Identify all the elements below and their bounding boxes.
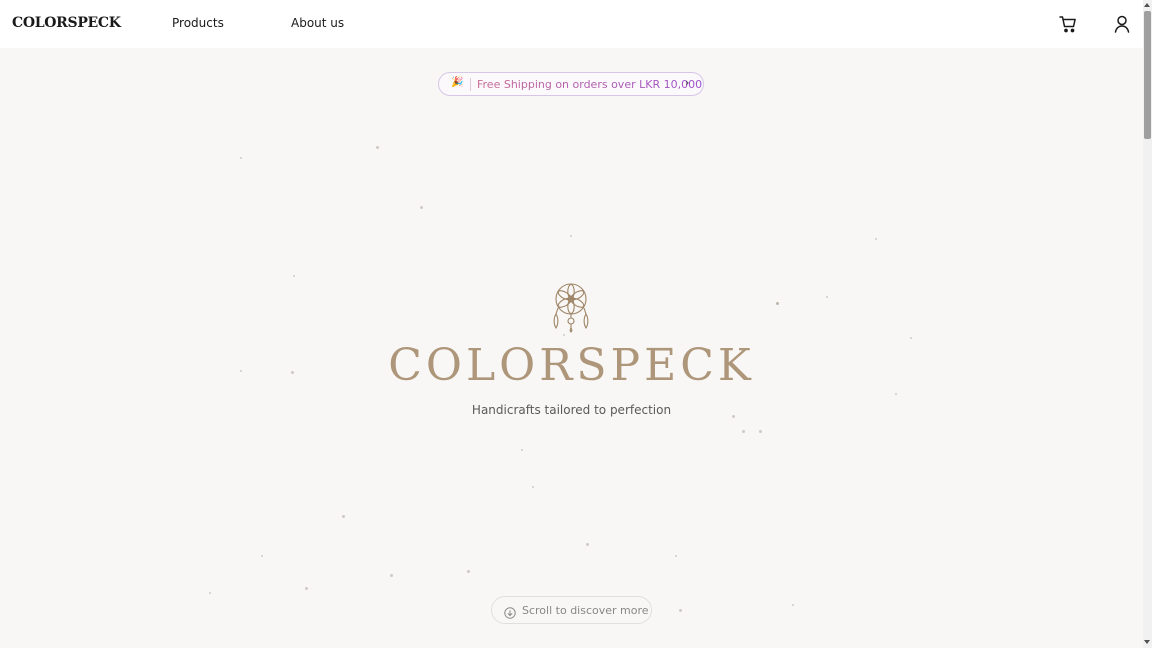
particle-dot — [291, 371, 294, 374]
promo-text: Free Shipping on orders over LKR 10,000 — [477, 78, 703, 91]
particle-dot — [390, 574, 393, 577]
nav-link-about[interactable]: About us — [291, 16, 344, 30]
particle-dot — [376, 146, 379, 149]
particle-dot — [586, 543, 589, 546]
scroll-to-discover-button[interactable]: Scroll to discover more — [491, 596, 652, 624]
particle-dot — [826, 296, 828, 298]
scroll-up-icon[interactable] — [1144, 3, 1150, 7]
particle-dot — [570, 235, 572, 237]
particle-dot — [895, 393, 897, 395]
particle-dot — [532, 486, 534, 488]
particle-dot — [875, 238, 877, 240]
particle-dot — [293, 275, 295, 277]
promo-divider — [470, 78, 471, 91]
user-icon[interactable] — [1112, 14, 1132, 34]
particle-dot — [521, 449, 523, 451]
arrow-down-circle-icon — [504, 604, 516, 619]
chevron-right-icon: › — [685, 76, 690, 89]
dreamcatcher-icon — [550, 282, 592, 334]
hero-title: COLORSPECK — [388, 340, 755, 391]
particle-dot — [759, 430, 762, 433]
particle-dot — [742, 430, 745, 433]
particle-dot — [209, 592, 211, 594]
particle-dot — [910, 337, 912, 339]
party-popper-icon: 🎉 — [451, 77, 464, 88]
scroll-hint-label: Scroll to discover more — [522, 604, 649, 617]
particle-dot — [776, 302, 779, 305]
particle-dot — [792, 604, 794, 606]
particle-dot — [305, 587, 308, 590]
particle-dot — [261, 555, 263, 557]
particle-dot — [679, 609, 682, 612]
particle-dot — [675, 555, 677, 557]
particle-dot — [240, 157, 242, 159]
scrollbar-thumb[interactable] — [1144, 11, 1151, 139]
page-scrollbar[interactable] — [1143, 0, 1152, 648]
brand-logo[interactable]: COLORSPECK — [12, 15, 121, 31]
particle-dot — [732, 415, 735, 418]
particle-dot — [420, 206, 423, 209]
scroll-down-icon[interactable] — [1144, 640, 1150, 644]
particle-dot — [342, 515, 345, 518]
free-shipping-banner[interactable]: 🎉 Free Shipping on orders over LKR 10,00… — [438, 72, 704, 96]
top-navbar: COLORSPECK Products About us — [0, 0, 1143, 48]
cart-icon[interactable] — [1058, 14, 1078, 34]
particle-dot — [240, 370, 242, 372]
hero-tagline: Handicrafts tailored to perfection — [471, 403, 672, 417]
nav-link-products[interactable]: Products — [172, 16, 224, 30]
particle-dot — [467, 570, 470, 573]
particle-dot — [563, 334, 565, 336]
